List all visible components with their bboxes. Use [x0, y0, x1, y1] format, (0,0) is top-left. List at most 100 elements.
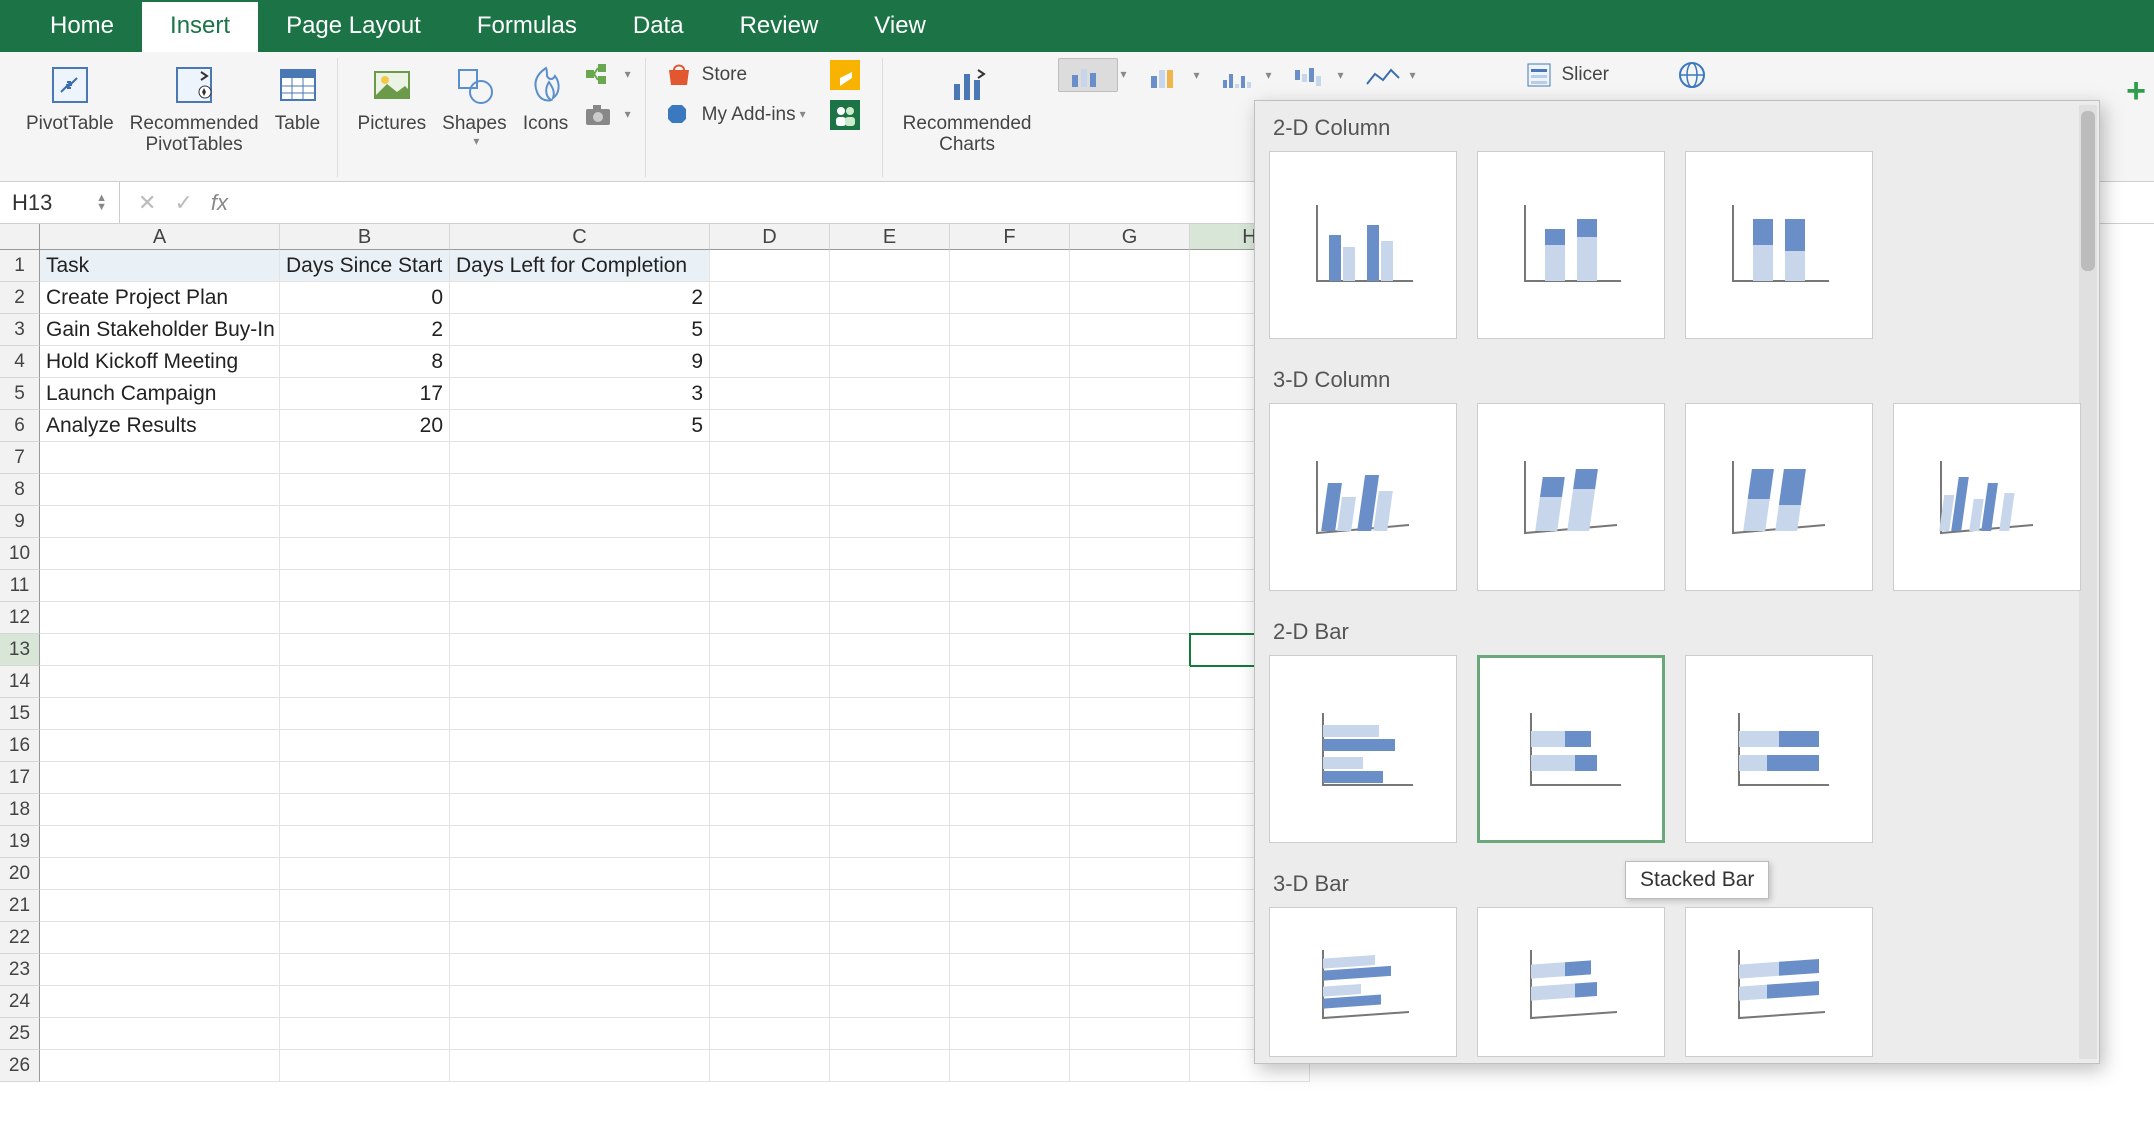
recommended-charts-button[interactable]: Recommended Charts: [895, 58, 1040, 160]
cell-D13[interactable]: [710, 634, 830, 666]
cell-E24[interactable]: [830, 986, 950, 1018]
cell-E9[interactable]: [830, 506, 950, 538]
cell-A17[interactable]: [40, 762, 280, 794]
cell-G13[interactable]: [1070, 634, 1190, 666]
row-header-22[interactable]: 22: [0, 922, 40, 954]
cell-C11[interactable]: [450, 570, 710, 602]
screenshot-button[interactable]: ▾: [577, 98, 637, 132]
row-header-21[interactable]: 21: [0, 890, 40, 922]
row-header-11[interactable]: 11: [0, 570, 40, 602]
cell-E11[interactable]: [830, 570, 950, 602]
cell-E14[interactable]: [830, 666, 950, 698]
row-header-9[interactable]: 9: [0, 506, 40, 538]
cell-G2[interactable]: [1070, 282, 1190, 314]
cell-C7[interactable]: [450, 442, 710, 474]
cell-D3[interactable]: [710, 314, 830, 346]
cell-D7[interactable]: [710, 442, 830, 474]
chart-100-stacked-bar[interactable]: [1685, 655, 1873, 843]
cell-F18[interactable]: [950, 794, 1070, 826]
cell-D23[interactable]: [710, 954, 830, 986]
row-header-2[interactable]: 2: [0, 282, 40, 314]
pivottable-button[interactable]: PivotTable: [18, 58, 122, 139]
cell-D4[interactable]: [710, 346, 830, 378]
cell-F5[interactable]: [950, 378, 1070, 410]
cell-B16[interactable]: [280, 730, 450, 762]
smartart-button[interactable]: ▾: [577, 58, 637, 92]
tab-data[interactable]: Data: [605, 2, 712, 52]
cell-D21[interactable]: [710, 890, 830, 922]
add-button[interactable]: +: [2126, 72, 2146, 111]
cell-E4[interactable]: [830, 346, 950, 378]
shapes-button[interactable]: Shapes ▾: [434, 58, 514, 152]
row-header-10[interactable]: 10: [0, 538, 40, 570]
cell-F15[interactable]: [950, 698, 1070, 730]
cell-E23[interactable]: [830, 954, 950, 986]
cell-G8[interactable]: [1070, 474, 1190, 506]
cell-C24[interactable]: [450, 986, 710, 1018]
cell-G14[interactable]: [1070, 666, 1190, 698]
tab-page-layout[interactable]: Page Layout: [258, 2, 449, 52]
cell-A15[interactable]: [40, 698, 280, 730]
chart-stacked-column[interactable]: [1477, 151, 1665, 339]
cell-B14[interactable]: [280, 666, 450, 698]
cell-C26[interactable]: [450, 1050, 710, 1082]
row-header-20[interactable]: 20: [0, 858, 40, 890]
cell-B18[interactable]: [280, 794, 450, 826]
cell-E8[interactable]: [830, 474, 950, 506]
cell-B8[interactable]: [280, 474, 450, 506]
tab-insert[interactable]: Insert: [142, 2, 258, 52]
cell-A9[interactable]: [40, 506, 280, 538]
row-header-24[interactable]: 24: [0, 986, 40, 1018]
cell-C18[interactable]: [450, 794, 710, 826]
row-header-7[interactable]: 7: [0, 442, 40, 474]
enter-formula-icon[interactable]: ✓: [174, 190, 192, 216]
cell-D12[interactable]: [710, 602, 830, 634]
cell-D10[interactable]: [710, 538, 830, 570]
cell-E5[interactable]: [830, 378, 950, 410]
cell-E13[interactable]: [830, 634, 950, 666]
cell-E12[interactable]: [830, 602, 950, 634]
cell-B22[interactable]: [280, 922, 450, 954]
cell-G24[interactable]: [1070, 986, 1190, 1018]
insert-hierarchy-chart-button[interactable]: ▾: [1216, 60, 1262, 90]
chart-clustered-column[interactable]: [1269, 151, 1457, 339]
cell-E7[interactable]: [830, 442, 950, 474]
cell-A26[interactable]: [40, 1050, 280, 1082]
row-header-18[interactable]: 18: [0, 794, 40, 826]
table-button[interactable]: Table: [267, 58, 329, 139]
cell-B20[interactable]: [280, 858, 450, 890]
cell-F13[interactable]: [950, 634, 1070, 666]
chart-3d-clustered-column[interactable]: [1269, 403, 1457, 591]
cell-A4[interactable]: Hold Kickoff Meeting: [40, 346, 280, 378]
cell-D15[interactable]: [710, 698, 830, 730]
row-header-25[interactable]: 25: [0, 1018, 40, 1050]
cell-A16[interactable]: [40, 730, 280, 762]
cell-C21[interactable]: [450, 890, 710, 922]
cell-E15[interactable]: [830, 698, 950, 730]
cell-F16[interactable]: [950, 730, 1070, 762]
cell-B21[interactable]: [280, 890, 450, 922]
name-box[interactable]: H13 ▲▼: [0, 182, 120, 223]
cell-D22[interactable]: [710, 922, 830, 954]
chart-100-stacked-column[interactable]: [1685, 151, 1873, 339]
cell-A3[interactable]: Gain Stakeholder Buy-In: [40, 314, 280, 346]
cell-F21[interactable]: [950, 890, 1070, 922]
cell-A10[interactable]: [40, 538, 280, 570]
cell-D9[interactable]: [710, 506, 830, 538]
cell-C16[interactable]: [450, 730, 710, 762]
cell-B2[interactable]: 0: [280, 282, 450, 314]
row-header-4[interactable]: 4: [0, 346, 40, 378]
cell-C17[interactable]: [450, 762, 710, 794]
cell-F14[interactable]: [950, 666, 1070, 698]
cell-C9[interactable]: [450, 506, 710, 538]
cell-B7[interactable]: [280, 442, 450, 474]
cell-F3[interactable]: [950, 314, 1070, 346]
cell-D2[interactable]: [710, 282, 830, 314]
cell-G4[interactable]: [1070, 346, 1190, 378]
cell-C14[interactable]: [450, 666, 710, 698]
row-header-17[interactable]: 17: [0, 762, 40, 794]
cell-F6[interactable]: [950, 410, 1070, 442]
cell-D17[interactable]: [710, 762, 830, 794]
chart-3d-100-stacked-column[interactable]: [1685, 403, 1873, 591]
cell-C8[interactable]: [450, 474, 710, 506]
